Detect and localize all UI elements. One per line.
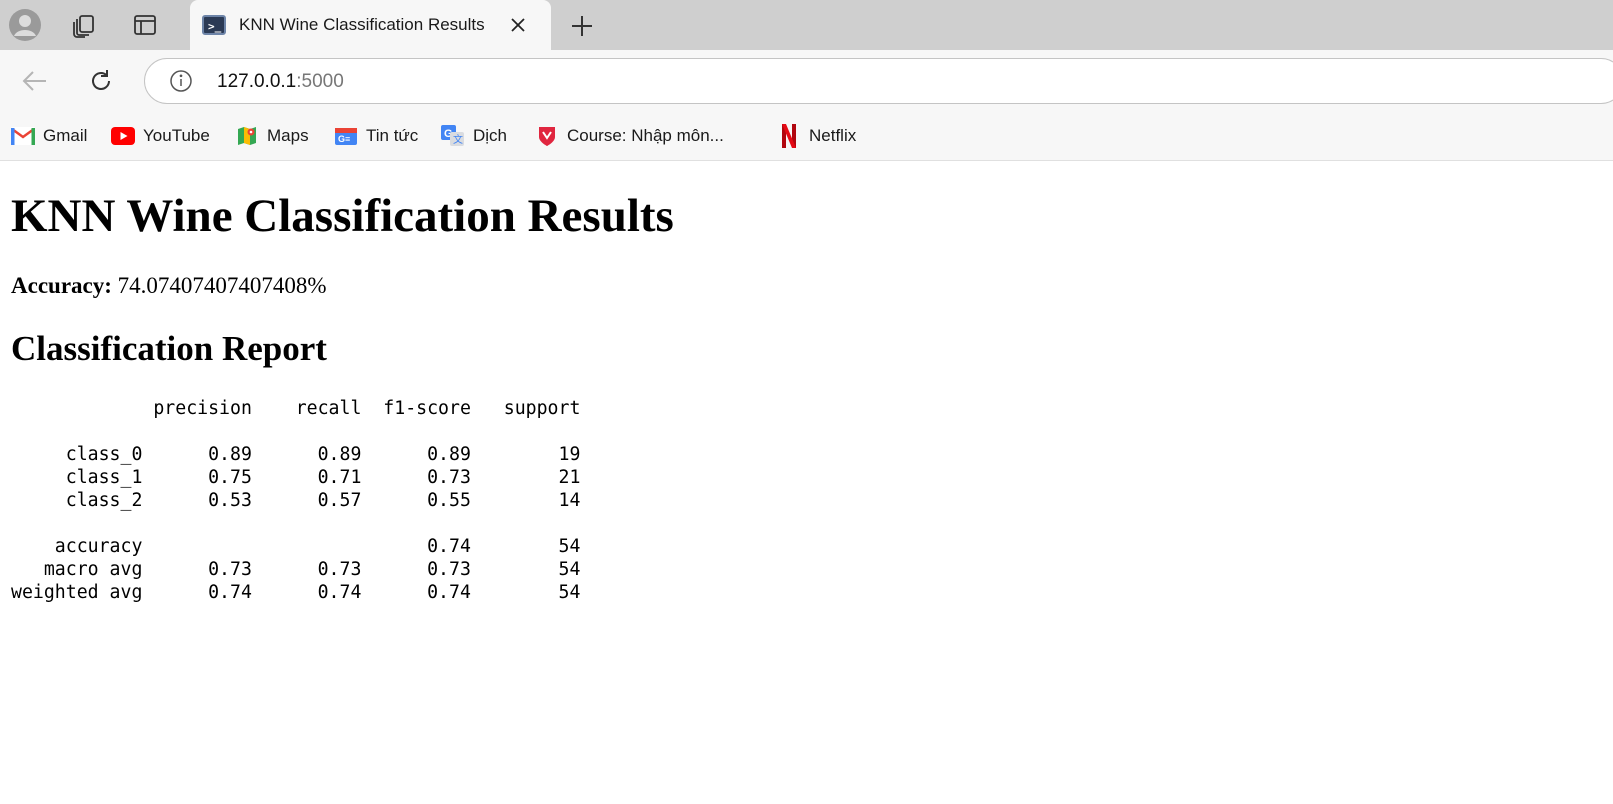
tab-strip: >_ KNN Wine Classification Results	[0, 0, 1613, 50]
bookmarks-bar: Gmail YouTube Maps G≡ Tin tức G文 Dịch Co…	[0, 112, 1613, 161]
bookmark-label: Tin tức	[366, 126, 419, 145]
profile-avatar-icon[interactable]	[5, 6, 45, 44]
close-tab-icon[interactable]	[507, 14, 529, 36]
accuracy-line: Accuracy: 74.07407407407408%	[11, 273, 327, 299]
active-tab[interactable]: >_ KNN Wine Classification Results	[190, 0, 551, 50]
bookmark-label: Course: Nhập môn...	[567, 126, 724, 145]
netflix-icon	[776, 124, 802, 148]
terminal-icon: >_	[202, 15, 226, 35]
gmail-icon	[10, 124, 36, 148]
url-text[interactable]: 127.0.0.1:5000	[217, 71, 344, 93]
course-icon	[534, 124, 560, 148]
tab-title: KNN Wine Classification Results	[239, 15, 485, 34]
classification-report: precision recall f1-score support class_…	[11, 398, 581, 603]
accuracy-label: Accuracy:	[11, 273, 112, 298]
youtube-icon	[110, 124, 136, 148]
bookmark-news[interactable]: G≡ Tin tức	[333, 122, 418, 150]
site-info-icon[interactable]	[169, 69, 193, 93]
tab-actions-icon[interactable]	[125, 6, 165, 44]
page-content: KNN Wine Classification Results Accuracy…	[0, 161, 1613, 804]
report-heading: Classification Report	[11, 329, 327, 368]
bookmark-translate[interactable]: G文 Dịch	[440, 122, 507, 150]
svg-text:G≡: G≡	[338, 134, 350, 144]
svg-text:文: 文	[453, 133, 463, 146]
bookmark-label: YouTube	[143, 126, 210, 145]
accuracy-value: 74.07407407407408%	[117, 273, 327, 298]
translate-icon: G文	[440, 124, 466, 148]
bookmark-course[interactable]: Course: Nhập môn...	[534, 122, 724, 150]
maps-icon	[234, 124, 260, 148]
address-bar[interactable]: 127.0.0.1:5000	[144, 58, 1613, 104]
url-host: 127.0.0.1	[217, 71, 297, 92]
bookmark-label: Dịch	[473, 126, 508, 145]
url-port: :5000	[296, 71, 344, 92]
bookmark-label: Maps	[267, 126, 309, 145]
navigation-toolbar: 127.0.0.1:5000	[0, 50, 1613, 112]
back-arrow-icon[interactable]	[16, 62, 54, 100]
bookmark-maps[interactable]: Maps	[234, 122, 309, 150]
bookmark-netflix[interactable]: Netflix	[776, 122, 856, 150]
page-title: KNN Wine Classification Results	[11, 190, 674, 242]
workspaces-icon[interactable]	[64, 6, 104, 44]
bookmark-label: Gmail	[43, 126, 88, 145]
bookmark-youtube[interactable]: YouTube	[110, 122, 210, 150]
new-tab-icon[interactable]	[566, 10, 598, 42]
bookmark-label: Netflix	[809, 126, 857, 145]
news-icon: G≡	[333, 124, 359, 148]
bookmark-gmail[interactable]: Gmail	[10, 122, 87, 150]
reload-icon[interactable]	[82, 62, 120, 100]
